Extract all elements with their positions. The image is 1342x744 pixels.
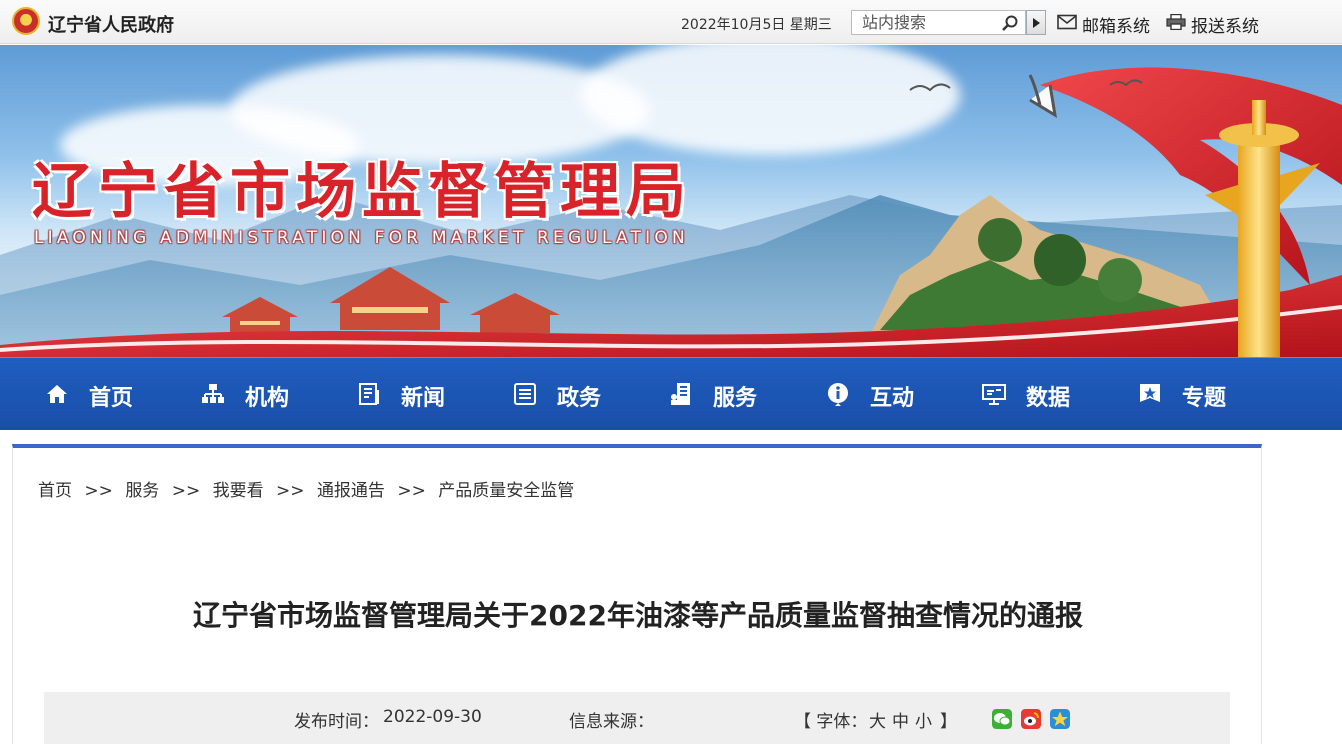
nav-label: 专题 [1182,386,1227,411]
service-icon [671,383,690,405]
banner-subtitle: LIAONING ADMINISTRATION FOR MARKET REGUL… [34,228,689,248]
article-container: 首页 >> 服务 >> 我要看 >> 通报通告 >> 产品质量安全监管 辽宁省市… [12,444,1262,744]
nav-item-data[interactable]: 数据 [982,358,1132,431]
nav-item-home[interactable]: 首页 [45,358,195,431]
main-navigation: 首页 机构 新闻 政务 服务 互动 数据 专题 [0,357,1342,430]
nav-label: 首页 [89,386,134,411]
star-flag-icon [1140,384,1160,402]
source-label: 信息来源： [569,712,654,732]
search-icon[interactable] [1001,14,1019,32]
nav-label: 机构 [245,386,290,411]
breadcrumb-home[interactable]: 首页 [38,481,72,501]
weibo-share-icon[interactable] [1021,709,1041,729]
search-box [851,10,1026,35]
nav-item-org[interactable]: 机构 [201,358,351,431]
national-emblem-icon [12,7,40,35]
nav-item-affairs[interactable]: 政务 [513,358,663,431]
news-icon [359,383,379,405]
breadcrumb-quality-supervision[interactable]: 产品质量安全监管 [438,481,574,501]
banner-title: 辽宁省市场监督管理局 [32,157,692,227]
header-banner: 辽宁省市场监督管理局 LIAONING ADMINISTRATION FOR M… [0,45,1342,357]
nav-label: 服务 [713,386,758,411]
nav-item-service[interactable]: 服务 [669,358,819,431]
search-go-button[interactable] [1026,10,1046,35]
qzone-share-icon[interactable] [1050,709,1070,729]
nav-item-topics[interactable]: 专题 [1138,358,1288,431]
mail-system-label: 邮箱系统 [1082,17,1150,37]
nav-item-news[interactable]: 新闻 [357,358,507,431]
font-size-open: 【 字体： [794,712,868,732]
search-input[interactable] [852,11,992,34]
printer-icon [1166,14,1186,30]
data-screen-icon [982,384,1006,405]
report-system-label: 报送系统 [1191,17,1259,37]
nav-label: 数据 [1026,386,1071,411]
breadcrumb-separator: >> [276,481,305,501]
publish-date: 2022-09-30 [383,707,482,727]
font-medium-button[interactable]: 中 [892,707,909,732]
font-large-button[interactable]: 大 [869,707,886,732]
font-small-button[interactable]: 小 [915,707,932,732]
home-icon [47,385,67,403]
site-name[interactable]: 辽宁省人民政府 [48,11,174,37]
nav-label: 新闻 [401,386,446,411]
mail-icon [1057,14,1077,30]
top-bar: 辽宁省人民政府 2022年10月5日 星期三 邮箱系统 报送系统 [0,0,1342,44]
article-title: 辽宁省市场监督管理局关于2022年油漆等产品质量监督抽查情况的通报 [193,599,1083,632]
breadcrumb-separator: >> [171,481,201,501]
article-meta-bar: 发布时间： 2022-09-30 信息来源： 【 字体： 大 中 小 】 [44,692,1230,744]
nav-item-interaction[interactable]: 互动 [826,358,976,431]
breadcrumb-service[interactable]: 服务 [125,481,159,501]
breadcrumb-want-to-see[interactable]: 我要看 [213,481,264,501]
info-icon [827,383,848,406]
breadcrumb-separator: >> [84,481,113,501]
wechat-share-icon[interactable] [992,709,1012,729]
breadcrumb-separator: >> [397,481,426,501]
publish-label: 发布时间： [294,712,379,732]
current-date: 2022年10月5日 星期三 [681,17,832,33]
font-size-close: 】 [940,712,957,732]
list-icon [514,383,536,405]
breadcrumb-notices[interactable]: 通报通告 [317,481,385,501]
org-chart-icon [202,384,224,403]
nav-label: 互动 [870,386,915,411]
breadcrumb: 首页 >> 服务 >> 我要看 >> 通报通告 >> 产品质量安全监管 [38,476,574,501]
nav-label: 政务 [557,386,602,411]
